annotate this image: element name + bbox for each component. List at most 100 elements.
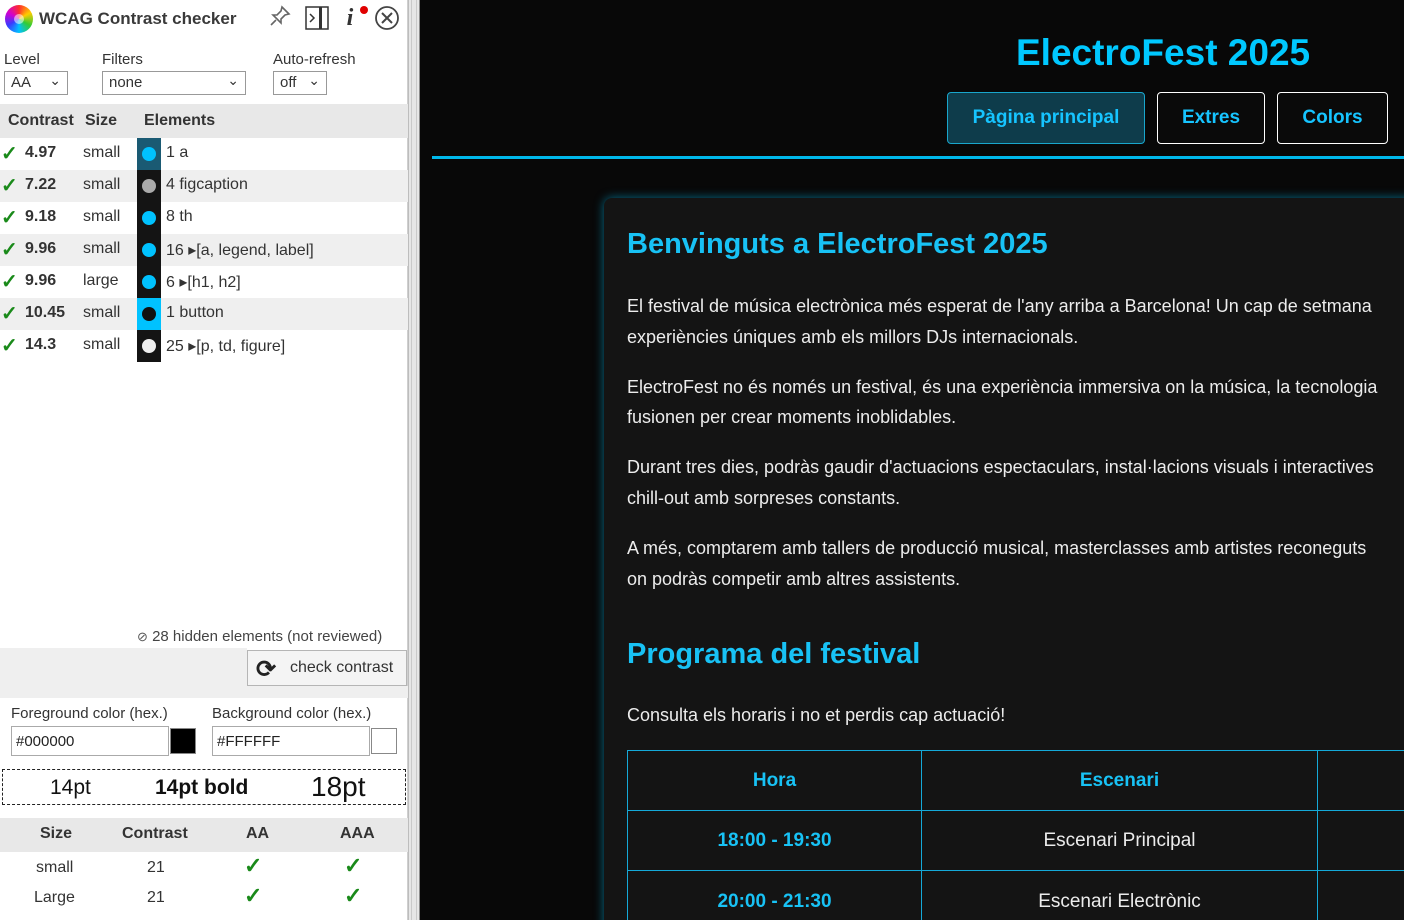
paragraph-line: on podràs competir amb altres assistents…	[627, 569, 961, 589]
pass-check-icon: ✓	[1, 303, 18, 325]
contrast-value: 9.18	[25, 208, 57, 225]
paragraph-line: fusionen per crear moments inoblidables.	[627, 407, 957, 427]
notification-dot	[360, 6, 368, 14]
background-color-input[interactable]: #FFFFFF	[212, 726, 370, 756]
elements-value[interactable]: 16 ▸[a, legend, label]	[166, 240, 314, 260]
filters-label: Filters	[102, 51, 143, 68]
contrast-value: 4.97	[25, 144, 57, 161]
program-heading: Programa del festival	[627, 638, 921, 670]
results-header: Contrast Size Elements	[0, 104, 408, 138]
result-row: small 21 ✓ ✓	[0, 852, 408, 882]
size-column-header[interactable]: Size	[85, 112, 117, 130]
pass-check-icon: ✓	[244, 883, 263, 908]
pass-check-icon: ✓	[1, 207, 18, 229]
result-row[interactable]: ✓ 9.96 large 6 ▸[h1, h2]	[0, 266, 408, 298]
nav-home-button[interactable]: Pàgina principal	[947, 92, 1145, 144]
panel-title: WCAG Contrast checker	[39, 9, 237, 28]
pass-check-icon: ✓	[344, 883, 363, 908]
elements-value[interactable]: 6 ▸[h1, h2]	[166, 272, 241, 292]
close-icon[interactable]	[374, 5, 400, 31]
table-header-cell: Escenari	[922, 751, 1318, 810]
background-color-swatch[interactable]	[371, 728, 397, 754]
pin-icon[interactable]	[266, 5, 294, 31]
result-contrast-header: Contrast	[122, 825, 188, 842]
size-value: small	[83, 336, 121, 353]
program-intro: Consulta els horaris i no et perdis cap …	[627, 705, 1006, 725]
contrast-value: 9.96	[25, 240, 57, 257]
color-swatch	[137, 298, 161, 330]
website-view: ElectroFest 2025 Pàgina principal Extres…	[420, 0, 1404, 920]
results-list: ✓ 4.97 small 1 a ✓ 7.22 small 4 figcaption ✓ 9.18…	[0, 138, 408, 362]
color-swatch	[137, 138, 161, 170]
preview-14pt-bold: 14pt bold	[155, 776, 249, 799]
result-contrast: 21	[147, 889, 165, 906]
contrast-value: 9.96	[25, 272, 57, 289]
result-row[interactable]: ✓ 9.96 small 16 ▸[a, legend, label]	[0, 234, 408, 266]
result-size-header: Size	[40, 825, 73, 842]
result-row[interactable]: ✓ 10.45 small 1 button	[0, 298, 408, 330]
color-swatch	[137, 170, 161, 202]
result-row[interactable]: ✓ 14.3 small 25 ▸[p, td, figure]	[0, 330, 408, 362]
autorefresh-value: off	[280, 74, 297, 91]
contrast-value: 14.3	[25, 336, 57, 353]
level-value: AA	[11, 74, 32, 91]
contrast-column-header[interactable]: Contrast	[8, 112, 74, 130]
contrast-checker-panel: WCAG Contrast checker i Level AA ⌄ Filte…	[0, 0, 408, 920]
dock-side-icon[interactable]	[303, 5, 331, 31]
pass-check-icon: ✓	[1, 175, 18, 197]
level-select[interactable]: AA ⌄	[4, 71, 68, 95]
size-value: small	[83, 144, 121, 161]
foreground-color-swatch[interactable]	[170, 728, 196, 754]
panel-splitter[interactable]	[408, 0, 420, 920]
schedule-table-header: Hora Escenari	[627, 750, 1404, 811]
filters-value: none	[109, 74, 143, 91]
paragraph-line: A més, comptarem amb tallers de producci…	[627, 538, 1367, 558]
header-divider	[432, 156, 1404, 159]
nav-colors-button[interactable]: Colors	[1277, 92, 1388, 144]
contrast-value: 7.22	[25, 176, 57, 193]
info-icon[interactable]: i	[340, 5, 360, 31]
level-label: Level	[4, 51, 40, 68]
table-cell-stage: Escenari Electrònic	[922, 871, 1318, 920]
pass-check-icon: ✓	[244, 853, 263, 878]
result-row[interactable]: ✓ 9.18 small 8 th	[0, 202, 408, 234]
chevron-down-icon: ⌄	[227, 72, 239, 88]
chevron-down-icon: ⌄	[49, 72, 61, 88]
table-header-cell: Hora	[628, 751, 922, 810]
contrast-result-table: Size Contrast AA AAA small 21 ✓ ✓ Large …	[0, 818, 408, 912]
paragraph-line: Durant tres dies, podràs gaudir d'actuac…	[627, 457, 1374, 477]
result-table-header: Size Contrast AA AAA	[0, 818, 408, 852]
elements-value[interactable]: 1 a	[166, 144, 188, 162]
separator	[0, 686, 408, 698]
filters-select[interactable]: none ⌄	[102, 71, 246, 95]
preview-14pt: 14pt	[50, 776, 91, 799]
elements-value[interactable]: 8 th	[166, 208, 193, 226]
result-contrast: 21	[147, 859, 165, 876]
eye-off-icon: ⊘	[137, 629, 148, 644]
pass-check-icon: ✓	[1, 239, 18, 261]
elements-value[interactable]: 4 figcaption	[166, 176, 248, 194]
refresh-icon: ⟳	[256, 656, 277, 683]
size-value: large	[83, 272, 119, 289]
contrast-value: 10.45	[25, 304, 66, 321]
check-contrast-button[interactable]: ⟳ check contrast	[247, 650, 407, 686]
autorefresh-select[interactable]: off ⌄	[273, 71, 327, 95]
result-aaa-header: AAA	[340, 825, 375, 842]
pass-check-icon: ✓	[1, 271, 18, 293]
nav-extras-button[interactable]: Extres	[1157, 92, 1265, 144]
elements-column-header[interactable]: Elements	[144, 112, 215, 130]
color-swatch	[137, 266, 161, 298]
table-cell-stage: Escenari Principal	[922, 811, 1318, 870]
hidden-elements-note: ⊘ 28 hidden elements (not reviewed)	[137, 628, 382, 645]
color-swatch	[137, 202, 161, 234]
elements-value[interactable]: 25 ▸[p, td, figure]	[166, 336, 285, 356]
result-size: Large	[34, 889, 75, 906]
table-cell-time: 20:00 - 21:30	[628, 871, 922, 920]
elements-value[interactable]: 1 button	[166, 304, 224, 322]
result-row[interactable]: ✓ 4.97 small 1 a	[0, 138, 408, 170]
foreground-color-input[interactable]: #000000	[11, 726, 169, 756]
paragraph-line: ElectroFest no és només un festival, és …	[627, 377, 1378, 397]
check-contrast-label: check contrast	[290, 659, 394, 676]
result-row[interactable]: ✓ 7.22 small 4 figcaption	[0, 170, 408, 202]
paragraph-line: experiències úniques amb els millors DJs…	[627, 327, 1079, 347]
